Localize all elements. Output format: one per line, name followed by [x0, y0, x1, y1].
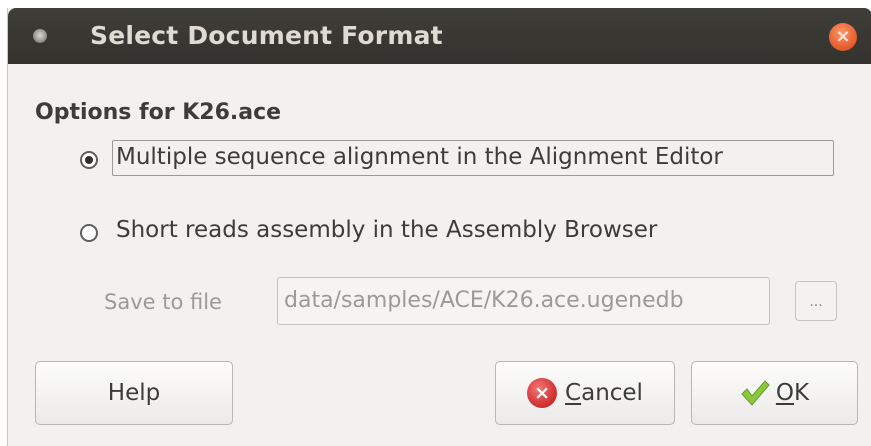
radio-selected-dot — [85, 156, 93, 164]
cancel-button-label: Cancel — [565, 380, 643, 406]
alignment-editor-radio[interactable] — [80, 151, 98, 169]
window-menu-icon[interactable] — [33, 29, 47, 43]
options-group-label: Options for K26.ace — [35, 100, 282, 125]
close-icon[interactable]: × — [829, 23, 857, 51]
help-button[interactable]: Help — [35, 361, 233, 425]
ok-button-label: OK — [776, 380, 809, 406]
cancel-label-rest: ancel — [581, 380, 643, 406]
ok-mnemonic: O — [775, 380, 794, 406]
ok-label-rest: K — [794, 380, 810, 406]
cancel-button[interactable]: × Cancel — [495, 361, 675, 425]
cancel-icon: × — [527, 378, 558, 408]
assembly-browser-radio[interactable] — [80, 224, 98, 242]
cancel-mnemonic: C — [565, 380, 582, 406]
help-button-label: Help — [107, 380, 161, 406]
ok-button[interactable]: OK — [691, 361, 858, 425]
browse-button[interactable]: ... — [795, 281, 837, 321]
save-file-path-input[interactable]: data/samples/ACE/K26.ace.ugenedb — [277, 277, 770, 325]
dialog-window: Select Document Format × Options for K26… — [7, 8, 871, 446]
save-to-file-label: Save to file — [104, 290, 222, 314]
title-bar[interactable]: Select Document Format × — [8, 8, 871, 64]
window-title: Select Document Format — [90, 21, 443, 50]
checkmark-icon — [741, 380, 770, 406]
assembly-browser-option-label[interactable]: Short reads assembly in the Assembly Bro… — [116, 217, 657, 243]
alignment-editor-option-label[interactable]: Multiple sequence alignment in the Align… — [116, 144, 723, 170]
